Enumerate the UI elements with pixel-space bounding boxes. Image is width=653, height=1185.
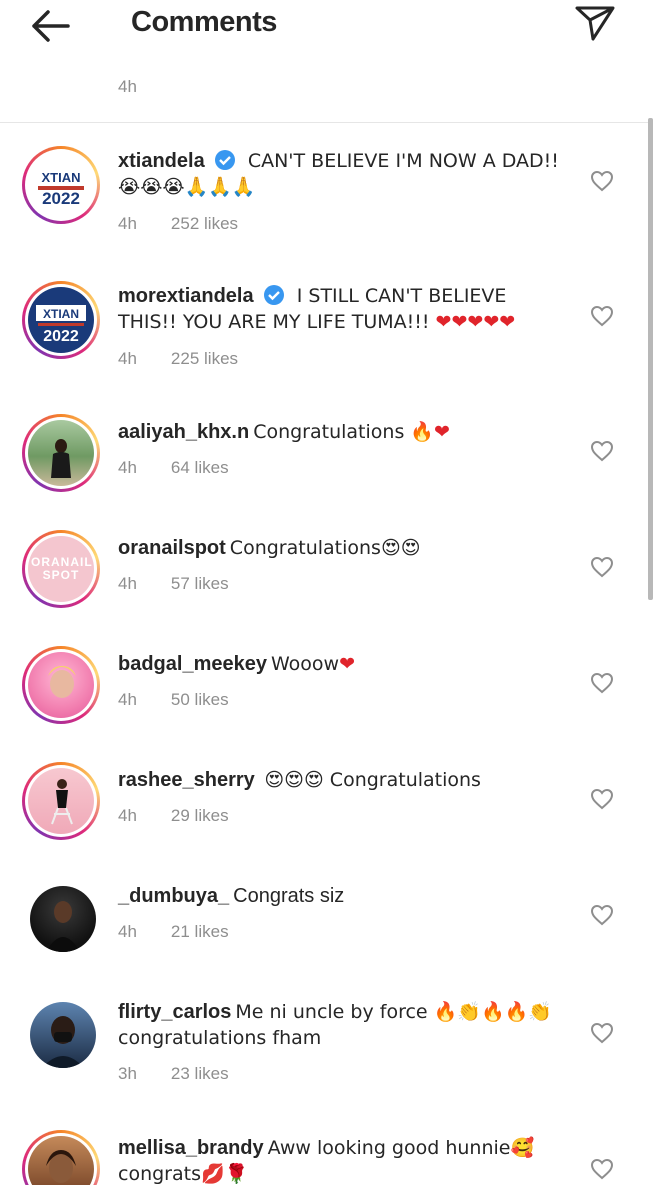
comment-likes[interactable]: 50 likes <box>171 690 229 709</box>
comment-body: 😍😍😍 Congratulations <box>264 769 481 791</box>
divider <box>0 122 653 123</box>
comment-text: aaliyah_khx.n Congratulations 🔥❤ <box>118 419 563 445</box>
avatar[interactable]: ORANAIL SPOT <box>22 530 100 608</box>
comment-time: 4h <box>118 349 137 368</box>
send-icon[interactable] <box>573 2 617 42</box>
caption-timestamp: 4h <box>118 77 137 96</box>
comment-meta: 4h 64 likes <box>118 458 229 478</box>
username[interactable]: flirty_carlos <box>118 1001 231 1023</box>
comment-time: 4h <box>118 922 137 941</box>
heart-icon[interactable] <box>590 305 614 327</box>
comment-text: oranailspot Congratulations😍😍 <box>118 535 563 561</box>
comment-meta: 4h 29 likes <box>118 806 229 826</box>
comment-time: 3h <box>118 1064 137 1083</box>
avatar-logo-text: ORANAIL SPOT <box>31 555 93 582</box>
avatar[interactable] <box>22 1130 100 1185</box>
heart-icon[interactable] <box>590 672 614 694</box>
comment-likes[interactable]: 57 likes <box>171 574 229 593</box>
avatar[interactable] <box>30 886 96 952</box>
avatar[interactable] <box>22 762 100 840</box>
comment-meta: 3h 23 likes <box>118 1064 229 1084</box>
username[interactable]: _dumbuya_ <box>118 885 229 907</box>
comment-time: 4h <box>118 690 137 709</box>
comment-meta: 4h 225 likes <box>118 349 238 369</box>
comment-item: mellisa_brandy Aww looking good hunnie🥰 c… <box>0 1126 653 1185</box>
comment-likes[interactable]: 23 likes <box>171 1064 229 1083</box>
username[interactable]: oranailspot <box>118 537 226 559</box>
verified-badge-icon <box>263 284 285 306</box>
comment-text: badgal_meekey Wooow❤ <box>118 651 563 677</box>
comment-body: Wooow❤ <box>270 653 355 675</box>
comment-text: flirty_carlos Me ni uncle by force 🔥👏🔥🔥👏 … <box>118 999 563 1051</box>
comment-text: rashee_sherry 😍😍😍 Congratulations <box>118 767 563 793</box>
page-title: Comments <box>131 6 277 38</box>
comment-meta: 4h 252 likes <box>118 214 238 234</box>
svg-text:XTIAN: XTIAN <box>42 170 81 185</box>
avatar[interactable] <box>22 646 100 724</box>
comment-likes[interactable]: 252 likes <box>171 214 238 233</box>
comment-body: Congrats siz <box>233 885 345 907</box>
back-arrow-icon[interactable] <box>28 6 74 46</box>
comment-likes[interactable]: 225 likes <box>171 349 238 368</box>
comment-text: morextiandela I STILL CAN'T BELIEVE THIS… <box>118 283 563 335</box>
username[interactable]: aaliyah_khx.n <box>118 421 249 443</box>
comment-time: 4h <box>118 806 137 825</box>
comment-text: mellisa_brandy Aww looking good hunnie🥰 c… <box>118 1135 563 1185</box>
comment-meta: 4h 21 likes <box>118 922 229 942</box>
comment-likes[interactable]: 21 likes <box>171 922 229 941</box>
username[interactable]: rashee_sherry <box>118 769 255 791</box>
heart-icon[interactable] <box>590 788 614 810</box>
comment-likes[interactable]: 29 likes <box>171 806 229 825</box>
comment-meta: 4h 50 likes <box>118 690 229 710</box>
heart-icon[interactable] <box>590 556 614 578</box>
comment-body: Congratulations 🔥❤ <box>253 421 450 443</box>
heart-icon[interactable] <box>590 440 614 462</box>
verified-badge-icon <box>214 149 236 171</box>
avatar[interactable] <box>30 1002 96 1068</box>
comment-text: _dumbuya_ Congrats siz <box>118 883 563 909</box>
comment-meta: 4h 57 likes <box>118 574 229 594</box>
comment-likes[interactable]: 64 likes <box>171 458 229 477</box>
heart-icon[interactable] <box>590 1158 614 1180</box>
scrollbar[interactable] <box>648 118 653 600</box>
username[interactable]: mellisa_brandy <box>118 1137 264 1159</box>
svg-text:2022: 2022 <box>43 328 79 345</box>
comment-time: 4h <box>118 214 137 233</box>
avatar[interactable]: XTIAN 2022 <box>22 281 100 359</box>
username[interactable]: morextiandela <box>118 285 254 307</box>
comment-time: 4h <box>118 458 137 477</box>
header: Comments <box>0 0 653 52</box>
comment-time: 4h <box>118 574 137 593</box>
heart-icon[interactable] <box>590 904 614 926</box>
comment-body: Congratulations😍😍 <box>229 537 421 559</box>
comment-text: xtiandela CAN'T BELIEVE I'M NOW A DAD!! … <box>118 148 563 200</box>
avatar[interactable]: XTIAN 2022 <box>22 146 100 224</box>
avatar[interactable] <box>22 414 100 492</box>
username[interactable]: xtiandela <box>118 150 205 172</box>
heart-icon[interactable] <box>590 1022 614 1044</box>
username[interactable]: badgal_meekey <box>118 653 267 675</box>
svg-text:2022: 2022 <box>42 189 80 208</box>
svg-text:XTIAN: XTIAN <box>43 307 79 321</box>
heart-icon[interactable] <box>590 170 614 192</box>
